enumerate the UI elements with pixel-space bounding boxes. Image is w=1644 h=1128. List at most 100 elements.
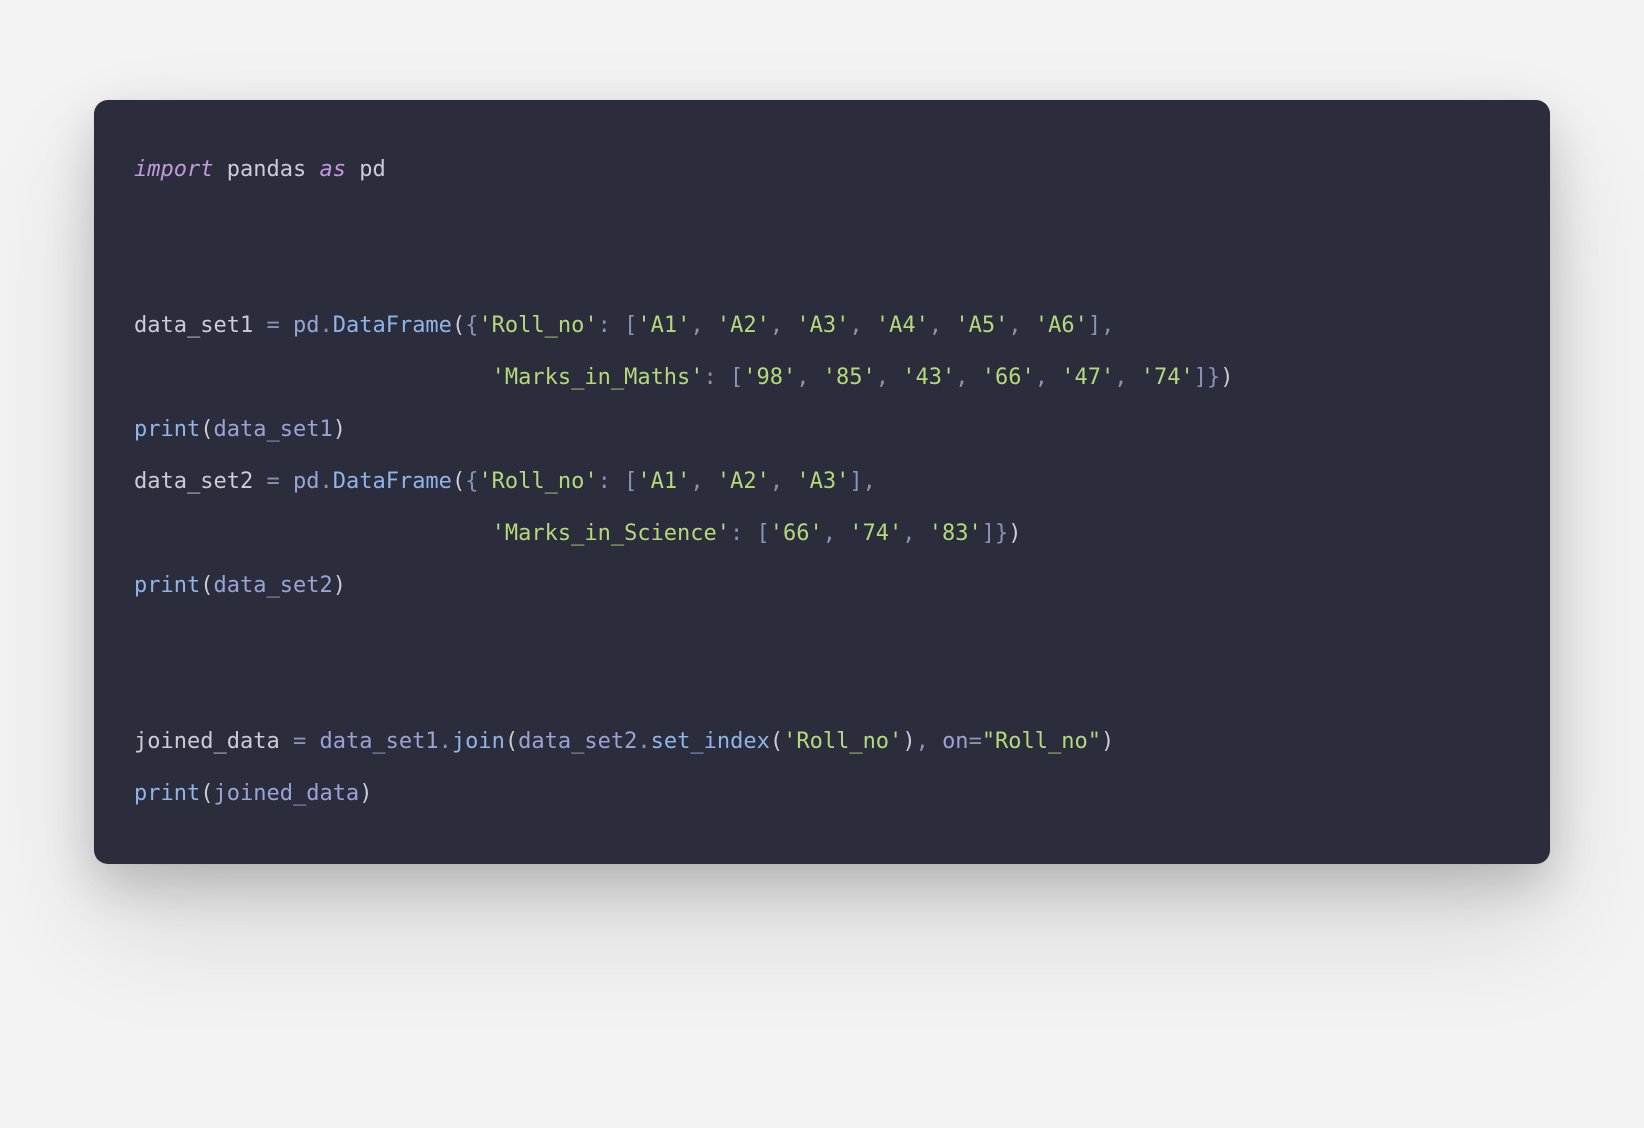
code-token: . bbox=[637, 729, 650, 754]
code-token: , bbox=[849, 313, 862, 338]
code-token: . bbox=[319, 313, 332, 338]
code-token: [ bbox=[624, 313, 637, 338]
code-token: ( bbox=[200, 781, 213, 806]
code-token: 'Marks_in_Maths' bbox=[492, 365, 704, 390]
code-token: pd bbox=[293, 313, 320, 338]
code-token: ] bbox=[849, 469, 862, 494]
code-token: 'A1' bbox=[637, 313, 690, 338]
code-token: '47' bbox=[1061, 365, 1114, 390]
code-token: 'A3' bbox=[796, 313, 849, 338]
code-token: , bbox=[690, 313, 703, 338]
code-token: pd bbox=[359, 157, 386, 182]
code-token: set_index bbox=[651, 729, 770, 754]
code-token: , bbox=[770, 313, 783, 338]
code-token: 'Roll_no' bbox=[783, 729, 902, 754]
code-token: : bbox=[730, 521, 743, 546]
code-token: pd bbox=[293, 469, 320, 494]
code-token: '85' bbox=[823, 365, 876, 390]
code-token: '74' bbox=[849, 521, 902, 546]
code-token: : bbox=[598, 313, 611, 338]
code-token: data_set2 bbox=[213, 573, 332, 598]
code-token: ( bbox=[200, 573, 213, 598]
code-token: [ bbox=[730, 365, 743, 390]
code-token: = bbox=[969, 729, 982, 754]
code-token: '66' bbox=[982, 365, 1035, 390]
code-token: . bbox=[319, 469, 332, 494]
code-token: as bbox=[319, 157, 346, 182]
code-token: = bbox=[293, 729, 306, 754]
code-token: '83' bbox=[929, 521, 982, 546]
code-token: join bbox=[452, 729, 505, 754]
code-token: ) bbox=[359, 781, 372, 806]
code-token: ) bbox=[333, 417, 346, 442]
code-token: print bbox=[134, 573, 200, 598]
code-token: ( bbox=[200, 417, 213, 442]
code-token: , bbox=[902, 521, 915, 546]
code-token: , bbox=[916, 729, 929, 754]
code-token: ] bbox=[1088, 313, 1101, 338]
code-token: , bbox=[1008, 313, 1021, 338]
code-token: 'A6' bbox=[1035, 313, 1088, 338]
code-token: ) bbox=[1008, 521, 1021, 546]
code-token: data_set2 bbox=[134, 469, 253, 494]
code-token: ] bbox=[982, 521, 995, 546]
code-token: '98' bbox=[743, 365, 796, 390]
code-token: , bbox=[876, 365, 889, 390]
code-token: ) bbox=[333, 573, 346, 598]
code-token: '74' bbox=[1141, 365, 1194, 390]
code-token: ) bbox=[902, 729, 915, 754]
code-token: 'Roll_no' bbox=[478, 469, 597, 494]
code-token: 'A2' bbox=[717, 469, 770, 494]
code-token: DataFrame bbox=[333, 469, 452, 494]
code-token: , bbox=[690, 469, 703, 494]
code-token: , bbox=[1035, 365, 1048, 390]
code-token: [ bbox=[624, 469, 637, 494]
code-token: } bbox=[1207, 365, 1220, 390]
code-token: "Roll_no" bbox=[982, 729, 1101, 754]
code-token: 'A5' bbox=[955, 313, 1008, 338]
code-card: import pandas as pd data_set1 = pd.DataF… bbox=[94, 100, 1550, 864]
code-token: '66' bbox=[770, 521, 823, 546]
code-token: { bbox=[465, 469, 478, 494]
code-token: = bbox=[266, 469, 279, 494]
code-token: : bbox=[704, 365, 717, 390]
code-token: . bbox=[439, 729, 452, 754]
code-token: 'Roll_no' bbox=[478, 313, 597, 338]
code-token: joined_data bbox=[213, 781, 359, 806]
code-token: , bbox=[823, 521, 836, 546]
code-token: , bbox=[796, 365, 809, 390]
code-token: print bbox=[134, 417, 200, 442]
code-token: data_set2 bbox=[518, 729, 637, 754]
code-token: 'A4' bbox=[876, 313, 929, 338]
code-token: , bbox=[955, 365, 968, 390]
code-token: ) bbox=[1101, 729, 1114, 754]
code-token: , bbox=[1101, 313, 1114, 338]
code-token: DataFrame bbox=[333, 313, 452, 338]
code-token: { bbox=[465, 313, 478, 338]
code-token: ( bbox=[452, 313, 465, 338]
code-token: import bbox=[134, 157, 213, 182]
code-token: data_set1 bbox=[213, 417, 332, 442]
code-token: ( bbox=[452, 469, 465, 494]
code-token: ] bbox=[1194, 365, 1207, 390]
code-block[interactable]: import pandas as pd data_set1 = pd.DataF… bbox=[134, 144, 1510, 820]
code-token: [ bbox=[757, 521, 770, 546]
code-token: print bbox=[134, 781, 200, 806]
code-token: , bbox=[1114, 365, 1127, 390]
code-token: 'Marks_in_Science' bbox=[492, 521, 730, 546]
code-token: pandas bbox=[227, 157, 306, 182]
code-token: '43' bbox=[902, 365, 955, 390]
code-token: ) bbox=[1220, 365, 1233, 390]
code-token: : bbox=[598, 469, 611, 494]
code-token: joined_data bbox=[134, 729, 280, 754]
code-token: data_set1 bbox=[134, 313, 253, 338]
code-token: , bbox=[770, 469, 783, 494]
code-token: ( bbox=[505, 729, 518, 754]
code-content: import pandas as pd data_set1 = pd.DataF… bbox=[134, 157, 1233, 806]
code-token: 'A3' bbox=[796, 469, 849, 494]
code-token: } bbox=[995, 521, 1008, 546]
code-token: 'A1' bbox=[637, 469, 690, 494]
code-token: 'A2' bbox=[717, 313, 770, 338]
code-token: on bbox=[942, 729, 969, 754]
code-token: data_set1 bbox=[319, 729, 438, 754]
